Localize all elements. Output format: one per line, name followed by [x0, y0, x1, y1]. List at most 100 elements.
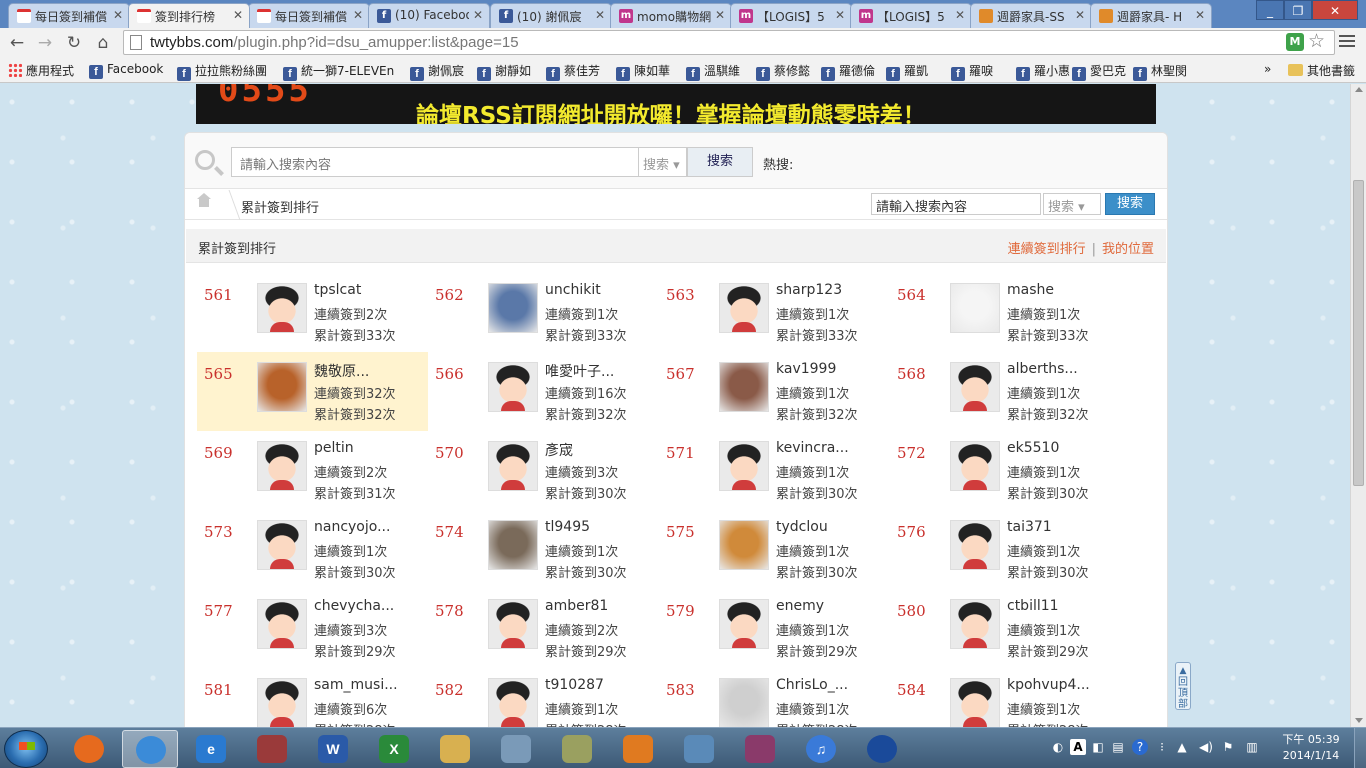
minimize-button[interactable]: _ — [1256, 0, 1284, 20]
browser-tab[interactable]: 簽到排行榜 ✕ — [128, 3, 250, 28]
browser-tab[interactable]: m 【LOGIS】5 ✕ — [730, 3, 852, 28]
browser-tab[interactable]: m 【LOGIS】5 ✕ — [850, 3, 972, 28]
browser-tab[interactable]: f (10) 謝佩宸 ✕ — [490, 3, 612, 28]
username-link[interactable]: ChrisLo_... — [776, 677, 848, 693]
tab-close-icon[interactable]: ✕ — [715, 8, 725, 22]
help-icon[interactable]: ? — [1132, 739, 1148, 755]
breadcrumb-current[interactable]: 累計簽到排行 — [241, 197, 319, 216]
search-type-select[interactable]: 搜索 ▾ — [639, 147, 687, 177]
breadcrumb-home-icon[interactable] — [197, 193, 211, 210]
forward-arrow-icon[interactable]: → — [34, 32, 56, 54]
address-bar[interactable]: twtybbs.com/plugin.php?id=dsu_amupper:li… — [123, 30, 1335, 55]
username-link[interactable]: 唯愛叶子... — [545, 361, 614, 381]
extension-icon[interactable]: M — [1286, 33, 1304, 51]
avatar[interactable] — [950, 678, 1000, 727]
url-text[interactable]: twtybbs.com/plugin.php?id=dsu_amupper:li… — [150, 34, 519, 51]
scroll-down-arrow-icon[interactable] — [1355, 718, 1363, 723]
username-link[interactable]: tydclou — [776, 519, 828, 535]
sub-search-button[interactable]: 搜索 — [1105, 193, 1155, 215]
username-link[interactable]: ek5510 — [1007, 440, 1059, 456]
show-hidden-icons[interactable]: ▲ — [1174, 739, 1190, 755]
username-link[interactable]: sharp123 — [776, 282, 842, 298]
rss-banner[interactable]: 055531 論壇RSS訂閱網址開放囉！掌握論壇動態零時差！ — [196, 84, 1156, 124]
avatar[interactable] — [257, 599, 307, 649]
tab-close-icon[interactable]: ✕ — [353, 8, 363, 22]
avatar[interactable] — [719, 678, 769, 727]
avatar[interactable] — [719, 441, 769, 491]
username-link[interactable]: t910287 — [545, 677, 604, 693]
bookmark-item[interactable]: f 羅小惠 — [1016, 62, 1070, 81]
consecutive-ranking-link[interactable]: 連續簽到排行 — [1008, 242, 1086, 257]
username-link[interactable]: enemy — [776, 598, 824, 614]
username-link[interactable]: ctbill11 — [1007, 598, 1059, 614]
browser-tab[interactable]: 每日簽到補償 ✕ — [248, 3, 370, 28]
username-link[interactable]: peltin — [314, 440, 354, 456]
tab-close-icon[interactable]: ✕ — [1075, 8, 1085, 22]
username-link[interactable]: alberths... — [1007, 361, 1078, 377]
tab-close-icon[interactable]: ✕ — [1195, 8, 1205, 22]
bookmark-item[interactable]: f 溫騏維 — [686, 62, 740, 81]
network-icon[interactable]: ▥ — [1244, 739, 1260, 755]
sub-search-input[interactable]: 請輸入搜索內容 — [871, 193, 1041, 215]
bookmark-item[interactable]: f 謝佩宸 — [410, 62, 464, 81]
avatar[interactable] — [257, 678, 307, 727]
username-link[interactable]: kav1999 — [776, 361, 836, 377]
scroll-up-arrow-icon[interactable] — [1355, 87, 1363, 92]
bookmark-item[interactable]: f 統一獅7-ELEVEn — [283, 62, 394, 81]
username-link[interactable]: kevincra... — [776, 440, 849, 456]
avatar[interactable] — [950, 283, 1000, 333]
taskbar-app-avast[interactable] — [610, 730, 666, 768]
username-link[interactable]: tai371 — [1007, 519, 1052, 535]
tray-options-icon[interactable]: ⁝ — [1154, 739, 1170, 755]
username-link[interactable]: tpslcat — [314, 282, 361, 298]
avatar[interactable] — [488, 678, 538, 727]
avatar[interactable] — [257, 441, 307, 491]
other-bookmarks-folder[interactable]: 其他書籤 — [1288, 62, 1355, 79]
avatar[interactable] — [950, 520, 1000, 570]
bookmark-item[interactable]: f 蔡佳芳 — [546, 62, 600, 81]
avatar[interactable] — [719, 520, 769, 570]
bookmark-item[interactable]: f 羅唳 — [951, 62, 993, 81]
taskbar-app-winrar[interactable] — [732, 730, 788, 768]
username-link[interactable]: kpohvup4... — [1007, 677, 1090, 693]
tab-close-icon[interactable]: ✕ — [233, 8, 243, 22]
avatar[interactable] — [719, 599, 769, 649]
flag-icon[interactable]: ⚑ — [1220, 739, 1236, 755]
browser-tab[interactable]: 週爵家具- H ✕ — [1090, 3, 1212, 28]
bookmark-item[interactable]: f 謝靜如 — [477, 62, 531, 81]
taskbar-app-firefox[interactable] — [61, 730, 117, 768]
tab-close-icon[interactable]: ✕ — [835, 8, 845, 22]
avatar[interactable] — [257, 362, 307, 412]
tab-close-icon[interactable]: ✕ — [473, 8, 483, 22]
username-link[interactable]: 魏敬原... — [314, 361, 369, 381]
avatar[interactable] — [950, 441, 1000, 491]
taskbar-app-internet-explorer[interactable]: e — [183, 730, 239, 768]
home-icon[interactable]: ⌂ — [92, 32, 114, 54]
tab-close-icon[interactable]: ✕ — [955, 8, 965, 22]
maximize-button[interactable]: ❐ — [1284, 0, 1312, 20]
bookmark-item[interactable]: f 蔡修懿 — [756, 62, 810, 81]
taskbar-app-tool[interactable] — [549, 730, 605, 768]
taskbar-app-media[interactable] — [244, 730, 300, 768]
clock[interactable]: 下午 05:39 2014/1/14 — [1280, 732, 1342, 764]
username-link[interactable]: tl9495 — [545, 519, 590, 535]
username-link[interactable]: mashe — [1007, 282, 1054, 298]
search-input[interactable]: 請輸入搜索內容 — [231, 147, 639, 177]
browser-tab[interactable]: 週爵家具-SS ✕ — [970, 3, 1092, 28]
chrome-menu-icon[interactable] — [1339, 33, 1355, 50]
username-link[interactable]: chevycha... — [314, 598, 394, 614]
taskbar-app-google-earth[interactable] — [854, 730, 910, 768]
taskbar-app-excel[interactable]: X — [366, 730, 422, 768]
language-icon[interactable]: ◐ — [1050, 739, 1066, 755]
taskbar-app-word[interactable]: W — [305, 730, 361, 768]
avatar[interactable] — [257, 283, 307, 333]
taskbar-app-calculator[interactable] — [488, 730, 544, 768]
username-link[interactable]: sam_musi... — [314, 677, 398, 693]
back-arrow-icon[interactable]: ← — [6, 32, 28, 54]
avatar[interactable] — [488, 362, 538, 412]
tab-close-icon[interactable]: ✕ — [595, 8, 605, 22]
bookmark-item[interactable]: f 林聖閔 — [1133, 62, 1187, 81]
bookmark-item[interactable]: f 拉拉熊粉絲團 — [177, 62, 267, 81]
username-link[interactable]: unchikit — [545, 282, 601, 298]
username-link[interactable]: nancyojo... — [314, 519, 390, 535]
